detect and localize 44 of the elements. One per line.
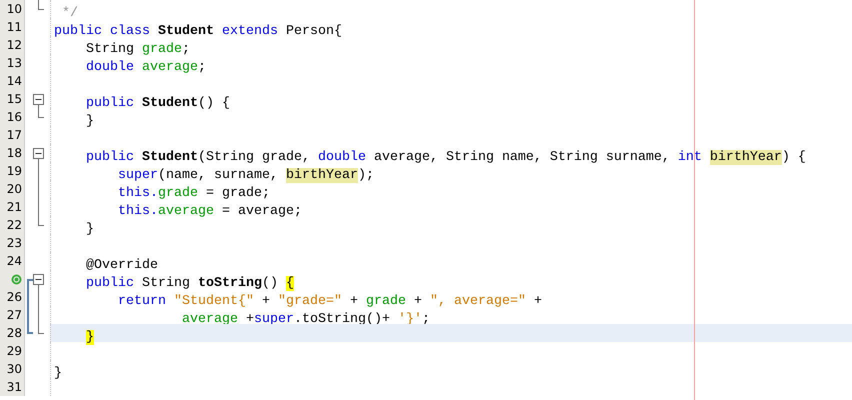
line-number: 26 (6, 291, 22, 303)
line-number: 18 (6, 147, 22, 159)
code-line: public String toString() { (84, 275, 294, 293)
line-number: 15 (6, 93, 22, 105)
code-line: public class Student extends Person{ (54, 23, 342, 41)
line-number: 24 (6, 255, 22, 267)
code-line: this.average = average; (116, 203, 302, 221)
fold-end-guide (38, 216, 44, 226)
line-number: 27 (6, 309, 22, 321)
line-number: 13 (6, 57, 22, 69)
override-circle-icon[interactable] (11, 274, 22, 284)
code-line: */ (60, 5, 78, 23)
fold-end-guide (38, 324, 44, 334)
fold-toggle-icon[interactable] (33, 274, 44, 288)
fold-end-guide (38, 108, 44, 118)
line-number: 17 (6, 129, 22, 141)
code-line: String grade; (84, 41, 190, 59)
code-line: } (84, 113, 94, 131)
line-number: 23 (6, 237, 22, 249)
code-line: this.grade = grade; (116, 185, 270, 203)
code-line: public Student(String grade, double average, String name, String surname, int birthYear) { (84, 149, 806, 167)
line-number: 22 (6, 219, 22, 231)
line-number: 29 (6, 345, 22, 357)
line-number: 12 (6, 39, 22, 51)
code-line: double average; (84, 59, 206, 77)
code-line: @Override (84, 257, 158, 275)
line-number: 14 (6, 75, 22, 87)
line-number: 21 (6, 201, 22, 213)
line-number: 10 (6, 3, 22, 15)
code-line: super(name, surname, birthYear); (116, 167, 374, 185)
code-line: } (84, 221, 94, 239)
fold-toggle-icon[interactable] (33, 148, 44, 162)
line-number: 16 (6, 111, 22, 123)
fold-toggle-icon[interactable] (33, 94, 44, 108)
code-line: public Student() { (84, 95, 230, 113)
line-number: 19 (6, 165, 22, 177)
line-number: 31 (6, 381, 22, 393)
line-number: 11 (6, 21, 22, 33)
code-line: } (54, 365, 62, 383)
line-number: 20 (6, 183, 22, 195)
code-line: return "Student{" + "grade=" + grade + ", average=" + (116, 293, 542, 311)
line-number: 28 (6, 327, 22, 339)
line-number: 30 (6, 363, 22, 375)
fold-end-guide (38, 0, 44, 10)
